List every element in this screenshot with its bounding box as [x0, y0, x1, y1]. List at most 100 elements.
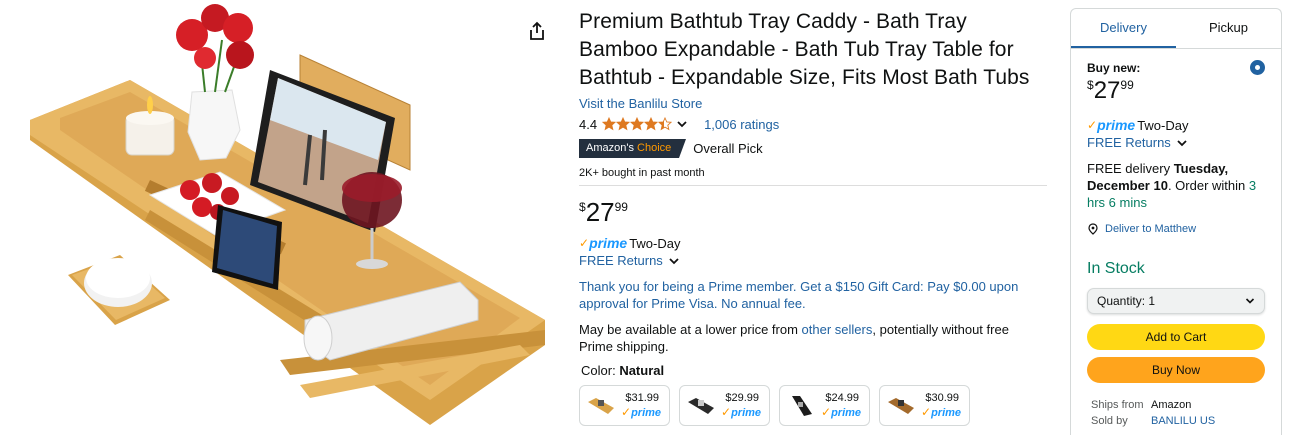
swatch-prime: ✓prime [721, 405, 762, 420]
swatch-price: $31.99 [625, 392, 659, 404]
quantity-label: Quantity: 1 [1097, 294, 1156, 308]
swatch-prime-logo: prime [731, 407, 762, 419]
bath-tray-illustration [30, 4, 545, 425]
swatch-info: $30.99 ✓prime [921, 391, 962, 420]
star-icon [602, 117, 617, 131]
free-returns[interactable]: FREE Returns [1087, 135, 1265, 150]
badge-prefix: Amazon's [586, 142, 634, 154]
rating-row: 4.4 1,006 ratings [579, 114, 1049, 134]
swatch-prime: ✓prime [821, 405, 862, 420]
buy-box-content: Buy new: $ 27 99 ✓ prime Two-Day FREE Re… [1071, 60, 1281, 427]
price-fraction: 99 [614, 200, 628, 214]
price-symbol: $ [579, 200, 586, 214]
prime-logo: prime [589, 235, 628, 251]
product-details: Premium Bathtub Tray Caddy - Bath Tray B… [579, 8, 1049, 426]
swatch-thumbnail [888, 397, 914, 414]
product-image[interactable] [0, 0, 560, 435]
tab-pickup[interactable]: Pickup [1176, 9, 1281, 48]
swatch-option[interactable]: $31.99 ✓prime [579, 385, 670, 426]
swatch-info: $24.99 ✓prime [821, 391, 862, 420]
quantity-select[interactable]: Quantity: 1 [1087, 288, 1265, 314]
swatch-prime: ✓prime [921, 405, 962, 420]
stock-status: In Stock [1087, 260, 1145, 277]
prime-label: Two-Day [1137, 117, 1189, 133]
delivery-prefix: FREE delivery [1087, 161, 1174, 176]
free-returns-label: FREE Returns [1087, 135, 1171, 150]
swatch-price: $24.99 [825, 392, 859, 404]
color-row: Color: Natural [579, 363, 1049, 378]
swatch-price: $30.99 [925, 392, 959, 404]
swatch-prime-logo: prime [831, 407, 862, 419]
color-value: Natural [619, 363, 665, 378]
prime-check-icon: ✓ [921, 405, 932, 419]
chevron-down-icon [1245, 298, 1255, 304]
sold-by-label: Sold by [1091, 415, 1128, 427]
divider [579, 185, 1047, 186]
prime-visa-promo[interactable]: Thank you for being a Prime member. Get … [579, 278, 1049, 312]
prime-check-icon: ✓ [821, 405, 832, 419]
add-to-cart-button[interactable]: Add to Cart [1087, 324, 1265, 350]
ships-from-value: Amazon [1151, 399, 1192, 411]
ships-info: Ships from Amazon Sold by BANLILU US [1091, 399, 1265, 427]
star-icon [644, 117, 659, 131]
badge-choice: Choice [637, 142, 672, 154]
price-whole: 27 [1093, 77, 1121, 104]
deliver-to-link[interactable]: Deliver to Matthew [1087, 223, 1265, 235]
swatch-prime-logo: prime [931, 407, 962, 419]
deliver-to-label: Deliver to Matthew [1105, 223, 1197, 235]
swatch-option[interactable]: $29.99 ✓prime [679, 385, 770, 426]
lower-price-prefix: May be available at a lower price from [579, 322, 802, 337]
ratings-count-link[interactable]: 1,006 ratings [704, 117, 779, 132]
prime-check-icon: ✓ [1087, 118, 1098, 132]
buy-box: Delivery Pickup Buy new: $ 27 99 ✓ prime… [1070, 8, 1282, 435]
buy-new-label: Buy new: [1087, 60, 1141, 75]
share-icon [530, 21, 544, 40]
rating-value: 4.4 [579, 116, 598, 132]
swatch-thumbnail [688, 397, 714, 414]
prime-check-icon: ✓ [621, 405, 632, 419]
swatch-thumbnail [792, 395, 812, 416]
star-rating[interactable] [602, 117, 673, 131]
ships-from-label: Ships from [1091, 399, 1144, 411]
prime-row: ✓ prime Two-Day [579, 235, 1049, 251]
prime-logo: prime [1097, 117, 1136, 133]
swatch-option[interactable]: $24.99 ✓prime [779, 385, 870, 426]
star-icon [658, 117, 673, 131]
amazons-choice-badge[interactable]: Amazon's Choice [579, 139, 687, 158]
prime-check-icon: ✓ [721, 405, 732, 419]
product-title: Premium Bathtub Tray Caddy - Bath Tray B… [579, 10, 1030, 89]
swatch-option[interactable]: $30.99 ✓prime [879, 385, 970, 426]
prime-check-icon: ✓ [579, 236, 590, 250]
buy-now-button[interactable]: Buy Now [1087, 357, 1265, 383]
buybox-price: $ 27 99 [1087, 78, 1265, 104]
bought-count: 2K+ bought in past month [579, 167, 705, 179]
star-icon [616, 117, 631, 131]
swatch-prime: ✓prime [621, 405, 662, 420]
star-icon [630, 117, 645, 131]
share-button[interactable] [526, 20, 548, 42]
prime-label: Two-Day [629, 235, 681, 251]
chevron-down-icon [1177, 139, 1187, 146]
free-returns[interactable]: FREE Returns [579, 253, 1049, 268]
tab-delivery[interactable]: Delivery [1071, 9, 1176, 48]
swatch-price: $29.99 [725, 392, 759, 404]
badge-row: Amazon's Choice Overall Pick [579, 139, 1049, 158]
store-link[interactable]: Visit the Banlilu Store [579, 96, 1049, 111]
radio-selected-icon[interactable] [1250, 60, 1265, 75]
color-label: Color: [581, 363, 616, 378]
lower-price-note: May be available at a lower price from o… [579, 321, 1039, 355]
delivery-mid: . Order within [1167, 178, 1249, 193]
chevron-down-icon [669, 257, 679, 264]
sold-by-link[interactable]: BANLILU US [1151, 415, 1265, 427]
swatch-info: $29.99 ✓prime [721, 391, 762, 420]
free-returns-label: FREE Returns [579, 253, 663, 268]
other-sellers-link[interactable]: other sellers [802, 322, 873, 337]
buy-new-option[interactable]: Buy new: [1087, 60, 1265, 75]
color-swatches: $31.99 ✓prime $29.99 ✓prime $24.99 ✓prim… [579, 385, 1049, 426]
location-pin-icon [1088, 223, 1098, 235]
swatch-prime-logo: prime [631, 407, 662, 419]
badge-label: Overall Pick [693, 141, 763, 156]
price-symbol: $ [1087, 78, 1094, 92]
delivery-tabs: Delivery Pickup [1071, 9, 1281, 49]
chevron-down-icon[interactable] [676, 118, 688, 130]
